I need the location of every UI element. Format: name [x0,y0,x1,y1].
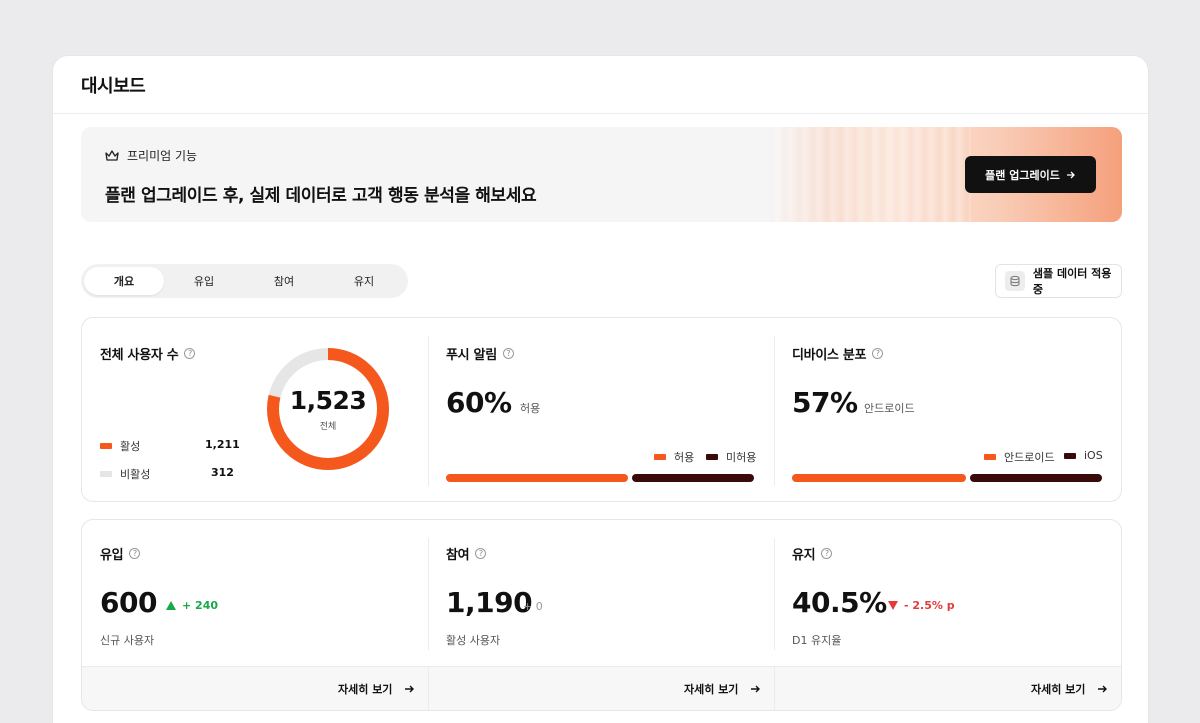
device-legend-android-label: 안드로이드 [1004,451,1055,464]
push-denied-bar [632,474,754,482]
engagement-detail-link[interactable]: 자세히 보기 [684,681,761,697]
tab-bar: 개요 유입 참여 유지 [81,264,408,298]
help-icon[interactable]: ? [129,548,141,559]
inactive-swatch [100,471,112,477]
device-title: 디바이스 분포 [792,348,867,363]
acquisition-section-title: 유입 ? [100,544,141,563]
summary-card: 전체 사용자 수 ? 활성 1,211 비활성 312 1,523 전체 푸시 … [81,317,1122,502]
triangle-up-icon [166,601,176,610]
card-footer: 자세히 보기 자세히 보기 자세히 보기 [82,666,1121,710]
users-total: 1,523 [289,386,367,415]
engagement-sub: 활성 사용자 [446,634,501,647]
help-icon[interactable]: ? [872,348,884,359]
push-legend-allowed: 허용 [654,449,694,465]
push-title: 푸시 알림 [446,348,497,363]
acquisition-title: 유입 [100,548,124,563]
divider [774,538,775,650]
database-icon [1005,271,1025,291]
premium-tag-label: 프리미엄 기능 [127,149,198,163]
device-section-title: 디바이스 분포 ? [792,344,884,363]
active-swatch [100,443,112,449]
sample-data-label: 샘플 데이터 적용중 [1032,267,1112,296]
push-section-title: 푸시 알림 ? [446,344,514,363]
push-value: 60% [446,386,512,419]
dashboard-window: 대시보드 프리미엄 기능 플랜 업그레이드 후, 실제 데이터로 고객 행동 분… [52,55,1149,723]
tab-acquisition[interactable]: 유입 [164,267,244,295]
acquisition-delta: + 240 [166,599,218,612]
device-value-label: 안드로이드 [864,402,915,415]
inactive-count: 312 [211,466,234,479]
legend-active: 활성 [100,438,140,454]
allowed-swatch [654,454,666,460]
retention-delta: - 2.5% p [888,599,955,612]
acquisition-sub: 신규 사용자 [100,634,155,647]
users-total-label: 전체 [319,422,337,432]
acquisition-value: 600 [100,586,157,619]
push-legend-denied-label: 미허용 [726,451,757,464]
premium-tag: 프리미엄 기능 [105,147,197,164]
push-value-label: 허용 [520,402,541,415]
engagement-title: 참여 [446,548,470,563]
metrics-card: 유입 ? 600 + 240 신규 사용자 참여 ? 1,190 + 0 활성 … [81,519,1122,711]
acquisition-delta-text: + 240 [182,599,219,612]
crown-icon [105,149,119,161]
legend-inactive-label: 비활성 [120,468,151,481]
android-bar [792,474,966,482]
device-legend-ios-label: iOS [1084,449,1103,462]
engagement-detail-label: 자세히 보기 [684,683,739,696]
triangle-down-icon [888,601,898,610]
page-title: 대시보드 [81,75,146,97]
engagement-section-title: 참여 ? [446,544,487,563]
tab-overview[interactable]: 개요 [84,267,164,295]
active-count: 1,211 [205,438,240,451]
upgrade-plan-label: 플랜 업그레이드 [985,168,1060,182]
banner-headline: 플랜 업그레이드 후, 실제 데이터로 고객 행동 분석을 해보세요 [105,186,537,206]
users-title: 전체 사용자 수 [100,348,179,363]
divider [774,336,775,486]
device-legend-android: 안드로이드 [984,449,1055,465]
arrow-right-icon [1098,685,1108,693]
help-icon[interactable]: ? [821,548,833,559]
engagement-delta: + 0 [523,600,543,613]
divider [428,336,429,486]
donut-center: 1,523 전체 [265,386,391,432]
arrow-right-icon [405,685,415,693]
acquisition-detail-link[interactable]: 자세히 보기 [338,681,415,697]
premium-banner: 프리미엄 기능 플랜 업그레이드 후, 실제 데이터로 고객 행동 분석을 해보… [81,127,1122,222]
push-legend-allowed-label: 허용 [674,451,695,464]
tab-engagement[interactable]: 참여 [244,267,324,295]
retention-sub: D1 유지율 [792,634,842,647]
sample-data-button[interactable]: 샘플 데이터 적용중 [995,264,1122,298]
upgrade-plan-button[interactable]: 플랜 업그레이드 [965,156,1096,193]
retention-section-title: 유지 ? [792,544,833,563]
android-swatch [984,454,996,460]
divider [428,538,429,650]
retention-detail-link[interactable]: 자세히 보기 [1031,681,1108,697]
retention-detail-label: 자세히 보기 [1031,683,1086,696]
window-header: 대시보드 [53,56,1148,114]
push-legend-denied: 미허용 [706,449,756,465]
tab-retention[interactable]: 유지 [324,267,404,295]
arrow-right-icon [751,685,761,693]
device-legend-ios: iOS [1064,449,1103,462]
users-section-title: 전체 사용자 수 ? [100,344,196,363]
retention-delta-text: - 2.5% p [904,599,955,612]
acquisition-detail-label: 자세히 보기 [338,683,393,696]
help-icon[interactable]: ? [475,548,487,559]
arrow-right-icon [1066,171,1075,178]
denied-swatch [706,454,718,460]
device-value: 57% [792,386,858,419]
retention-value: 40.5% [792,586,887,619]
legend-inactive: 비활성 [100,466,150,482]
divider [428,667,429,710]
ios-bar [970,474,1102,482]
push-allowed-bar [446,474,628,482]
legend-active-label: 활성 [120,440,141,453]
retention-title: 유지 [792,548,816,563]
divider [774,667,775,710]
ios-swatch [1064,452,1076,459]
engagement-value: 1,190 [446,586,533,619]
help-icon[interactable]: ? [502,348,514,359]
help-icon[interactable]: ? [184,348,196,359]
